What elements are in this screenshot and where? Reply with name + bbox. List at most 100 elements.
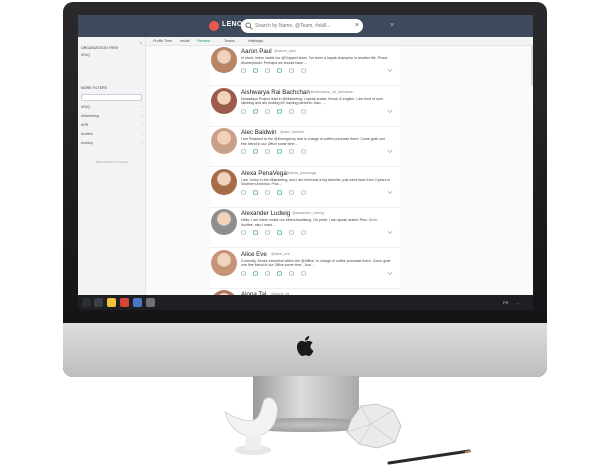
calendar-icon[interactable] xyxy=(301,230,306,235)
person-name[interactable]: Alice Eve xyxy=(241,251,267,258)
tab-hashtags[interactable]: Hashtags xyxy=(248,38,263,44)
person-card[interactable]: Alexander Ludwig @alexander_ludwig Hello, … xyxy=(210,208,400,248)
person-name[interactable]: Aaron Paul xyxy=(241,48,272,55)
chat-icon[interactable] xyxy=(277,271,282,276)
person-card[interactable]: Alice Eve @alice_eve Currently, Senior exe… xyxy=(210,249,400,289)
person-card[interactable]: Alec Baldwin @alec_baldwin I am Resident t… xyxy=(210,127,400,167)
avatar[interactable] xyxy=(211,87,237,114)
location-icon[interactable] xyxy=(265,149,270,154)
chevron-down-icon[interactable] xyxy=(387,271,393,276)
chrome-icon[interactable] xyxy=(120,298,129,307)
avatar[interactable] xyxy=(211,128,237,154)
app-icon[interactable] xyxy=(146,298,155,307)
calendar-icon[interactable] xyxy=(301,271,306,276)
email-icon[interactable] xyxy=(241,149,246,154)
filter-item[interactable]: #coffee › xyxy=(81,131,143,137)
person-bio: Currently, Senior executive within the @… xyxy=(241,258,391,268)
search-bar[interactable]: × xyxy=(241,19,363,33)
chevron-down-icon[interactable] xyxy=(387,68,393,73)
email-icon[interactable] xyxy=(241,271,246,276)
location-icon[interactable] xyxy=(265,109,270,114)
person-bio: Nowadays Project lead in @Marketing. I s… xyxy=(241,96,383,106)
org-tree-item[interactable]: #FAQ xyxy=(81,53,90,57)
clear-search-icon[interactable]: × xyxy=(355,21,359,31)
person-name[interactable]: Alexander Ludwig xyxy=(241,210,290,217)
person-name[interactable]: Alexa PenaVega xyxy=(241,170,287,177)
chat-icon[interactable] xyxy=(277,149,282,154)
person-handle[interactable]: @alec_baldwin xyxy=(280,130,304,134)
location-icon[interactable] xyxy=(265,230,270,235)
person-handle[interactable]: @aishwarya_rai_bachchan xyxy=(310,90,353,94)
github-icon[interactable] xyxy=(289,230,294,235)
search-input[interactable] xyxy=(255,21,347,31)
chevron-down-icon[interactable] xyxy=(387,109,393,114)
avatar[interactable] xyxy=(211,168,237,195)
location-icon[interactable] xyxy=(265,190,270,195)
sidebar: ‹ ORGANIZATION TREE #FAQ MORE FILTERS #F… xyxy=(78,37,146,295)
phone-icon[interactable] xyxy=(253,149,258,154)
email-icon[interactable] xyxy=(241,109,246,114)
calendar-icon[interactable] xyxy=(301,190,306,195)
github-icon[interactable] xyxy=(289,190,294,195)
person-handle[interactable]: @alexa_penavega xyxy=(286,171,316,175)
phone-icon[interactable] xyxy=(253,109,258,114)
person-name[interactable]: Aishwarya Rai Bachchan xyxy=(241,89,310,96)
avatar[interactable] xyxy=(211,47,237,73)
filter-item[interactable]: #HR › xyxy=(81,122,143,128)
phone-icon[interactable] xyxy=(253,230,258,235)
person-handle[interactable]: @alexander_ludwig xyxy=(292,211,324,215)
tab-persons[interactable]: Persons xyxy=(197,38,210,44)
tab-inside[interactable]: Inside xyxy=(180,38,190,44)
avatar[interactable] xyxy=(211,249,237,276)
person-card[interactable]: Alexa PenaVega @alexa_penavega I am Junior… xyxy=(210,168,400,208)
calendar-icon[interactable] xyxy=(301,109,306,114)
email-icon[interactable] xyxy=(241,190,246,195)
person-card[interactable]: Aaron Paul @aaron_paul In short, intern in… xyxy=(210,46,400,86)
chat-icon[interactable] xyxy=(277,230,282,235)
filter-item[interactable]: #noitop › xyxy=(81,140,143,146)
start-icon[interactable] xyxy=(82,298,91,307)
filter-item-label: #FAQ xyxy=(81,105,91,109)
github-icon[interactable] xyxy=(289,68,294,73)
github-icon[interactable] xyxy=(289,109,294,114)
filter-input[interactable] xyxy=(81,94,142,101)
chat-icon[interactable] xyxy=(277,68,282,73)
email-icon[interactable] xyxy=(241,68,246,73)
phone-icon[interactable] xyxy=(253,190,258,195)
github-icon[interactable] xyxy=(289,271,294,276)
windows-taskbar: FR ... xyxy=(78,295,533,310)
chevron-down-icon[interactable] xyxy=(387,149,393,154)
feed-scrollbar[interactable] xyxy=(531,46,533,86)
language-indicator[interactable]: FR xyxy=(503,300,508,305)
phone-icon[interactable] xyxy=(253,271,258,276)
tab-profile-time[interactable]: Profile Time xyxy=(153,38,172,44)
pencil xyxy=(387,449,472,465)
person-handle[interactable]: @aaron_paul xyxy=(274,49,296,53)
filter-item[interactable]: #FAQ › xyxy=(81,104,143,110)
chat-icon[interactable] xyxy=(277,109,282,114)
collapse-sidebar-icon[interactable]: ‹ xyxy=(140,41,142,47)
chevron-down-icon[interactable] xyxy=(387,190,393,195)
person-handle[interactable]: @alice_eve xyxy=(271,252,290,256)
calendar-icon[interactable] xyxy=(301,68,306,73)
filter-item[interactable]: #Marketing › xyxy=(81,113,143,119)
chevron-right-icon: › xyxy=(141,104,143,109)
filter-item-label: #Marketing xyxy=(81,114,99,118)
github-icon[interactable] xyxy=(289,149,294,154)
app-icon[interactable] xyxy=(133,298,142,307)
task-view-icon[interactable] xyxy=(94,298,103,307)
chat-icon[interactable] xyxy=(277,190,282,195)
avatar[interactable] xyxy=(211,209,237,235)
tab-teams[interactable]: Teams xyxy=(224,38,235,44)
chevron-down-icon[interactable] xyxy=(387,230,393,235)
person-card[interactable]: Aishwarya Rai Bachchan @aishwarya_rai_bac… xyxy=(210,87,400,127)
person-bio: I am Junior in the #Marketing, and I am … xyxy=(241,177,391,187)
email-icon[interactable] xyxy=(241,230,246,235)
location-icon[interactable] xyxy=(265,271,270,276)
close-icon[interactable]: × xyxy=(390,21,394,31)
phone-icon[interactable] xyxy=(253,68,258,73)
explorer-icon[interactable] xyxy=(107,298,116,307)
location-icon[interactable] xyxy=(265,68,270,73)
calendar-icon[interactable] xyxy=(301,149,306,154)
person-name[interactable]: Alec Baldwin xyxy=(241,129,276,136)
